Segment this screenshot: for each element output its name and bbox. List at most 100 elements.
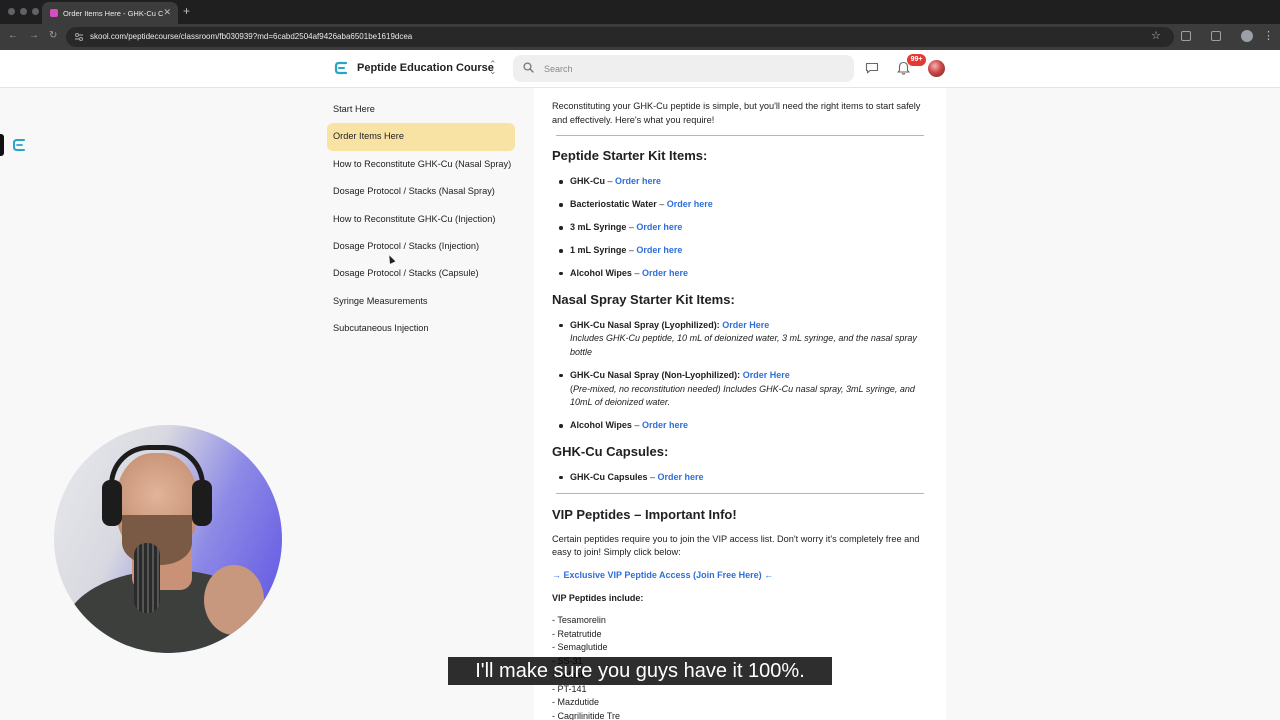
forward-button[interactable]: → xyxy=(29,30,39,41)
microphone xyxy=(134,543,160,613)
url-text: skool.com/peptidecourse/classroom/fb0309… xyxy=(90,32,413,41)
lesson-subcutaneous-injection[interactable]: Subcutaneous Injection xyxy=(327,315,515,342)
order-link[interactable]: Order Here xyxy=(722,320,769,330)
browser-toolbar: ← → ↻ skool.com/peptidecourse/classroom/… xyxy=(0,24,1280,50)
item-name: GHK-Cu Nasal Spray (Lyophilized): xyxy=(570,319,720,330)
lesson-dosage-nasal-spray[interactable]: Dosage Protocol / Stacks (Nasal Spray) xyxy=(327,178,515,205)
list-item: Bacteriostatic Water – Order here xyxy=(552,198,924,212)
list-item: GHK-Cu Nasal Spray (Non-Lyophilized): Or… xyxy=(552,369,924,410)
order-link[interactable]: Order here xyxy=(615,176,661,186)
extensions-icon[interactable] xyxy=(1181,31,1191,41)
order-link[interactable]: Order here xyxy=(636,245,682,255)
item-separator: – xyxy=(631,420,642,431)
browser-tab-bar: Order Items Here - GHK-Cu Course ✕ + xyxy=(0,0,1280,24)
browser-tab[interactable]: Order Items Here - GHK-Cu Course ✕ xyxy=(42,2,178,24)
item-note: Pre-mixed, no reconstitution needed xyxy=(573,383,718,394)
order-link[interactable]: Order here xyxy=(642,420,688,430)
lesson-reconstitute-nasal-spray[interactable]: How to Reconstitute GHK-Cu (Nasal Spray) xyxy=(327,151,515,178)
capsules-list: GHK-Cu Capsules – Order here xyxy=(552,471,924,485)
reload-button[interactable]: ↻ xyxy=(49,30,57,41)
chat-icon[interactable] xyxy=(865,62,879,74)
order-link[interactable]: Order here xyxy=(658,472,704,482)
active-group-indicator xyxy=(0,134,4,156)
app-header: Peptide Education Course ⌃⌄ 99+ xyxy=(0,50,1280,88)
item-name: GHK-Cu xyxy=(570,176,605,187)
lesson-order-items-here[interactable]: Order Items Here xyxy=(327,123,515,151)
order-link[interactable]: Order here xyxy=(642,268,688,278)
starter-kit-heading: Peptide Starter Kit Items: xyxy=(552,148,708,164)
search-icon xyxy=(523,62,534,73)
window-zoom-dot[interactable] xyxy=(32,8,39,15)
vip-intro-paragraph: Certain peptides require you to join the… xyxy=(552,533,920,558)
address-bar[interactable]: skool.com/peptidecourse/classroom/fb0309… xyxy=(66,27,1174,47)
item-separator: – xyxy=(626,222,637,233)
item-note: Includes GHK-Cu peptide, 10 mL of deioni… xyxy=(570,333,917,358)
vip-access-link[interactable]: → Exclusive VIP Peptide Access (Join Fre… xyxy=(552,570,924,580)
list-item: Alcohol Wipes – Order here xyxy=(552,267,924,281)
item-separator: – xyxy=(626,245,637,256)
divider xyxy=(556,492,924,494)
new-tab-button[interactable]: + xyxy=(183,4,190,18)
course-title[interactable]: Peptide Education Course xyxy=(357,62,494,74)
course-logo-icon[interactable] xyxy=(334,61,348,75)
tab-title: Order Items Here - GHK-Cu Course xyxy=(63,8,163,18)
lesson-content-panel: Reconstituting your GHK-Cu peptide is si… xyxy=(534,88,946,720)
divider xyxy=(556,135,924,137)
side-panel-icon[interactable] xyxy=(1211,31,1221,41)
vip-peptides-label: VIP Peptides include: xyxy=(552,593,644,604)
starter-kit-list: GHK-Cu – Order here Bacteriostatic Water… xyxy=(552,175,924,280)
order-link[interactable]: Order here xyxy=(636,222,682,232)
browser-menu-icon[interactable]: ⋮ xyxy=(1263,29,1274,42)
back-button[interactable]: ← xyxy=(8,30,18,41)
window-close-dot[interactable] xyxy=(8,8,15,15)
item-name: Alcohol Wipes xyxy=(570,420,632,431)
order-link[interactable]: Order here xyxy=(667,199,713,209)
course-switcher-chevron-icon[interactable]: ⌃ ⌄ xyxy=(489,60,497,76)
window-minimize-dot[interactable] xyxy=(20,8,27,15)
user-avatar[interactable] xyxy=(928,60,945,77)
item-name: 1 mL Syringe xyxy=(570,245,627,256)
list-item: - Semaglutide xyxy=(552,642,608,653)
intro-paragraph: Reconstituting your GHK-Cu peptide is si… xyxy=(552,101,921,125)
bookmark-star-icon[interactable]: ☆ xyxy=(1151,29,1161,42)
browser-profile-icon[interactable] xyxy=(1241,30,1253,42)
item-separator: – xyxy=(631,267,642,278)
skool-favicon-icon xyxy=(50,9,58,17)
lesson-dosage-capsule[interactable]: Dosage Protocol / Stacks (Capsule) xyxy=(327,260,515,287)
webcam-overlay xyxy=(54,425,282,653)
nasal-kit-list: GHK-Cu Nasal Spray (Lyophilized): Order … xyxy=(552,319,924,433)
vip-heading: VIP Peptides – Important Info! xyxy=(552,506,737,522)
list-item: - Retatrutide xyxy=(552,628,602,639)
notification-count-badge: 99+ xyxy=(907,54,926,66)
list-item: - Tesamorelin xyxy=(552,615,606,626)
item-name: Bacteriostatic Water xyxy=(570,199,657,210)
item-name: Alcohol Wipes xyxy=(570,267,632,278)
lesson-sidebar: Start Here Order Items Here How to Recon… xyxy=(327,96,515,343)
site-settings-icon[interactable] xyxy=(74,32,84,42)
capsules-heading: GHK-Cu Capsules: xyxy=(552,443,669,459)
nasal-kit-heading: Nasal Spray Starter Kit Items: xyxy=(552,291,735,307)
order-link[interactable]: Order Here xyxy=(743,370,790,380)
lesson-syringe-measurements[interactable]: Syringe Measurements xyxy=(327,288,515,315)
group-logo-icon[interactable] xyxy=(12,138,26,152)
list-item: 1 mL Syringe – Order here xyxy=(552,244,924,258)
item-name: GHK-Cu Capsules xyxy=(570,471,648,482)
list-item: 3 mL Syringe – Order here xyxy=(552,221,924,235)
list-item: GHK-Cu – Order here xyxy=(552,175,924,189)
item-separator: – xyxy=(605,176,616,187)
list-item: GHK-Cu Nasal Spray (Lyophilized): Order … xyxy=(552,319,924,360)
item-name: GHK-Cu Nasal Spray (Non-Lyophilized): xyxy=(570,369,741,380)
tab-close-icon[interactable]: ✕ xyxy=(163,7,171,18)
search-bar[interactable] xyxy=(513,55,854,82)
list-item: - Cagrilinitide Tre xyxy=(552,711,621,720)
search-input[interactable] xyxy=(544,60,834,77)
lesson-start-here[interactable]: Start Here xyxy=(327,96,515,123)
item-separator: – xyxy=(647,471,658,482)
list-item: GHK-Cu Capsules – Order here xyxy=(552,471,924,485)
item-name: 3 mL Syringe xyxy=(570,222,627,233)
lesson-dosage-injection[interactable]: Dosage Protocol / Stacks (Injection) xyxy=(327,233,515,260)
video-caption: I'll make sure you guys have it 100%. xyxy=(448,657,832,685)
item-separator: – xyxy=(656,199,667,210)
lesson-reconstitute-injection[interactable]: How to Reconstitute GHK-Cu (Injection) xyxy=(327,206,515,233)
list-item: - Mazdutide xyxy=(552,697,600,708)
